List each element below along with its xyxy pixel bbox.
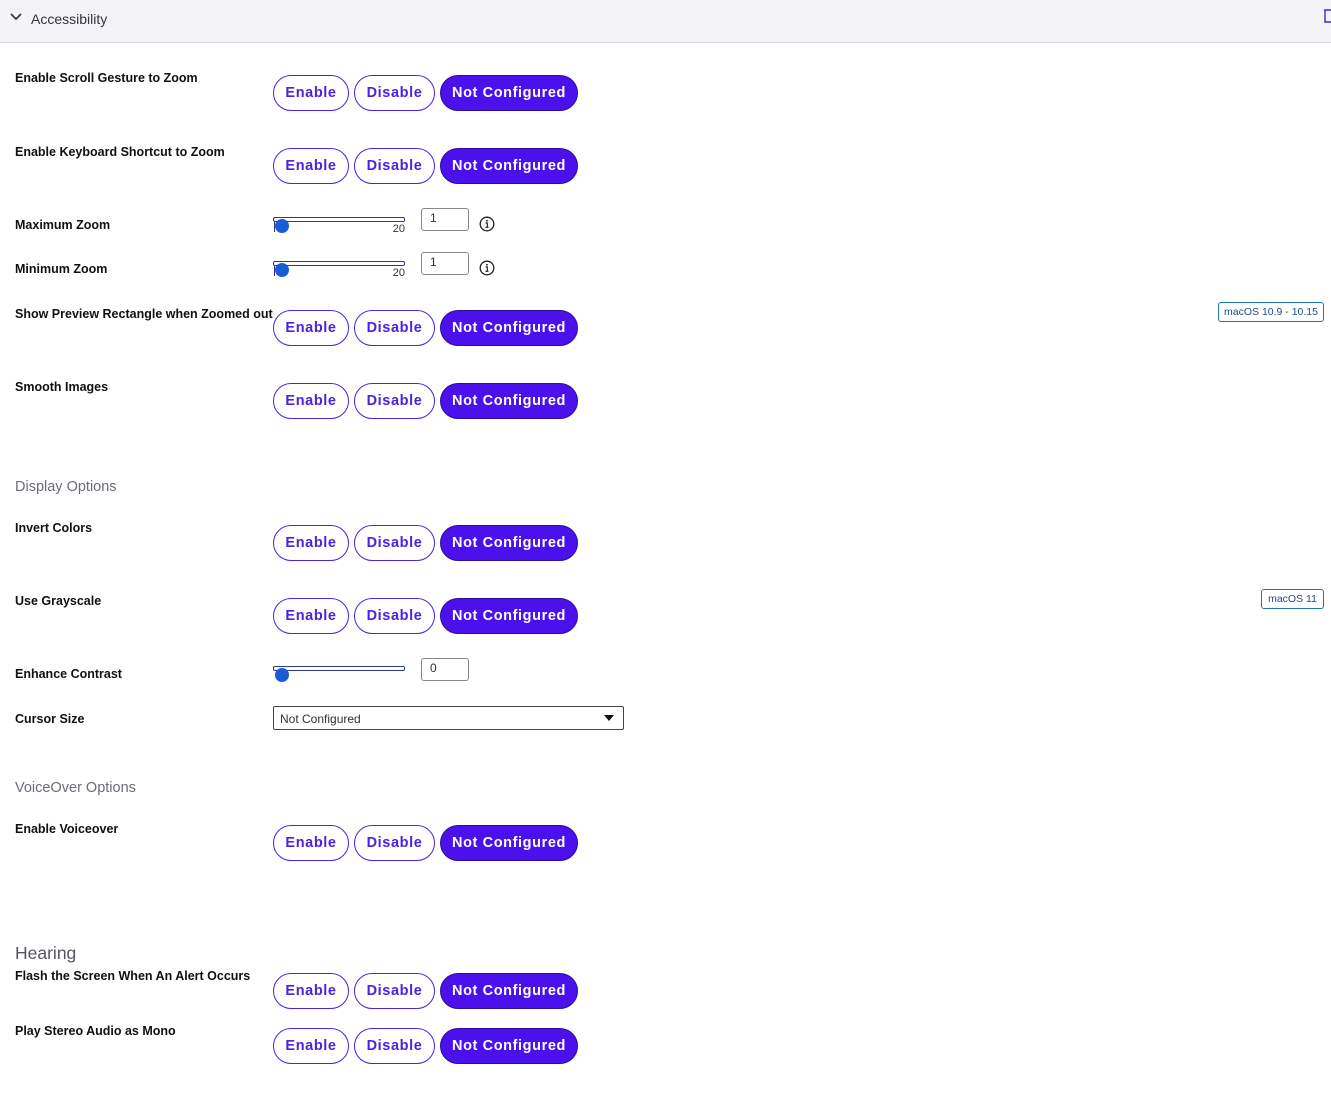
flash-screen-not-configured-button[interactable]: Not Configured: [440, 973, 578, 1009]
preview-rectangle-not-configured-button[interactable]: Not Configured: [440, 310, 578, 346]
enhance-contrast-slider[interactable]: [273, 666, 405, 688]
os-version-badge: macOS 11: [1261, 589, 1324, 609]
hearing-heading: Hearing: [15, 943, 77, 963]
caret-down-icon: [604, 715, 614, 721]
voiceover-options-heading: VoiceOver Options: [15, 780, 136, 796]
minimum-zoom-slider[interactable]: 20: [273, 261, 405, 283]
minimum-zoom-input[interactable]: 1: [421, 252, 469, 275]
enable-voiceover-label: Enable Voiceover: [15, 822, 119, 836]
cursor-size-selected-value: Not Configured: [280, 712, 361, 726]
cursor-size-select[interactable]: Not Configured: [273, 706, 624, 730]
maximum-zoom-slider[interactable]: 20: [273, 217, 405, 239]
maximum-zoom-label: Maximum Zoom: [15, 218, 111, 232]
scroll-gesture-enable-button[interactable]: Enable: [273, 75, 349, 111]
enhance-contrast-label: Enhance Contrast: [15, 667, 122, 681]
invert-colors-disable-button[interactable]: Disable: [354, 525, 435, 561]
info-icon[interactable]: [479, 260, 495, 276]
slider-track: [273, 261, 405, 266]
smooth-images-enable-button[interactable]: Enable: [273, 383, 349, 419]
use-grayscale-label: Use Grayscale: [15, 594, 102, 608]
smooth-images-not-configured-button[interactable]: Not Configured: [440, 383, 578, 419]
slider-max-value: 20: [392, 223, 405, 235]
flash-screen-enable-button[interactable]: Enable: [273, 973, 349, 1009]
use-grayscale-disable-button[interactable]: Disable: [354, 598, 435, 634]
enhance-contrast-input[interactable]: 0: [421, 658, 469, 681]
smooth-images-label: Smooth Images: [15, 380, 109, 394]
stereo-mono-disable-button[interactable]: Disable: [354, 1028, 435, 1064]
keyboard-shortcut-enable-button[interactable]: Enable: [273, 148, 349, 184]
cursor-size-label: Cursor Size: [15, 712, 85, 726]
slider-track: [273, 666, 405, 671]
section-title: Accessibility: [31, 11, 108, 27]
slider-max-value: 20: [392, 267, 405, 279]
keyboard-shortcut-label: Enable Keyboard Shortcut to Zoom: [15, 145, 225, 159]
scroll-gesture-disable-button[interactable]: Disable: [354, 75, 435, 111]
enable-voiceover-enable-button[interactable]: Enable: [273, 825, 349, 861]
slider-thumb[interactable]: [275, 263, 289, 277]
os-version-badge: macOS 10.9 - 10.15: [1218, 302, 1324, 322]
invert-colors-label: Invert Colors: [15, 521, 93, 535]
invert-colors-not-configured-button[interactable]: Not Configured: [440, 525, 578, 561]
chevron-down-icon[interactable]: [10, 12, 22, 22]
scroll-gesture-not-configured-button[interactable]: Not Configured: [440, 75, 578, 111]
preview-rectangle-enable-button[interactable]: Enable: [273, 310, 349, 346]
slider-thumb[interactable]: [275, 668, 289, 682]
display-options-heading: Display Options: [15, 479, 117, 495]
slider-track: [273, 217, 405, 222]
smooth-images-disable-button[interactable]: Disable: [354, 383, 435, 419]
use-grayscale-enable-button[interactable]: Enable: [273, 598, 349, 634]
preview-rectangle-disable-button[interactable]: Disable: [354, 310, 435, 346]
slider-thumb[interactable]: [275, 219, 289, 233]
info-icon[interactable]: [479, 216, 495, 232]
invert-colors-enable-button[interactable]: Enable: [273, 525, 349, 561]
stereo-mono-enable-button[interactable]: Enable: [273, 1028, 349, 1064]
accessibility-header[interactable]: Accessibility: [0, 0, 1331, 43]
use-grayscale-not-configured-button[interactable]: Not Configured: [440, 598, 578, 634]
enable-voiceover-disable-button[interactable]: Disable: [354, 825, 435, 861]
preview-rectangle-label: Show Preview Rectangle when Zoomed out: [15, 307, 273, 321]
flash-screen-label: Flash the Screen When An Alert Occurs: [15, 969, 251, 983]
minimum-zoom-label: Minimum Zoom: [15, 262, 108, 276]
keyboard-shortcut-disable-button[interactable]: Disable: [354, 148, 435, 184]
enable-voiceover-not-configured-button[interactable]: Not Configured: [440, 825, 578, 861]
keyboard-shortcut-not-configured-button[interactable]: Not Configured: [440, 148, 578, 184]
stereo-mono-label: Play Stereo Audio as Mono: [15, 1024, 176, 1038]
flash-screen-disable-button[interactable]: Disable: [354, 973, 435, 1009]
delete-icon[interactable]: [1322, 8, 1331, 24]
stereo-mono-not-configured-button[interactable]: Not Configured: [440, 1028, 578, 1064]
maximum-zoom-input[interactable]: 1: [421, 208, 469, 231]
scroll-gesture-label: Enable Scroll Gesture to Zoom: [15, 71, 198, 85]
